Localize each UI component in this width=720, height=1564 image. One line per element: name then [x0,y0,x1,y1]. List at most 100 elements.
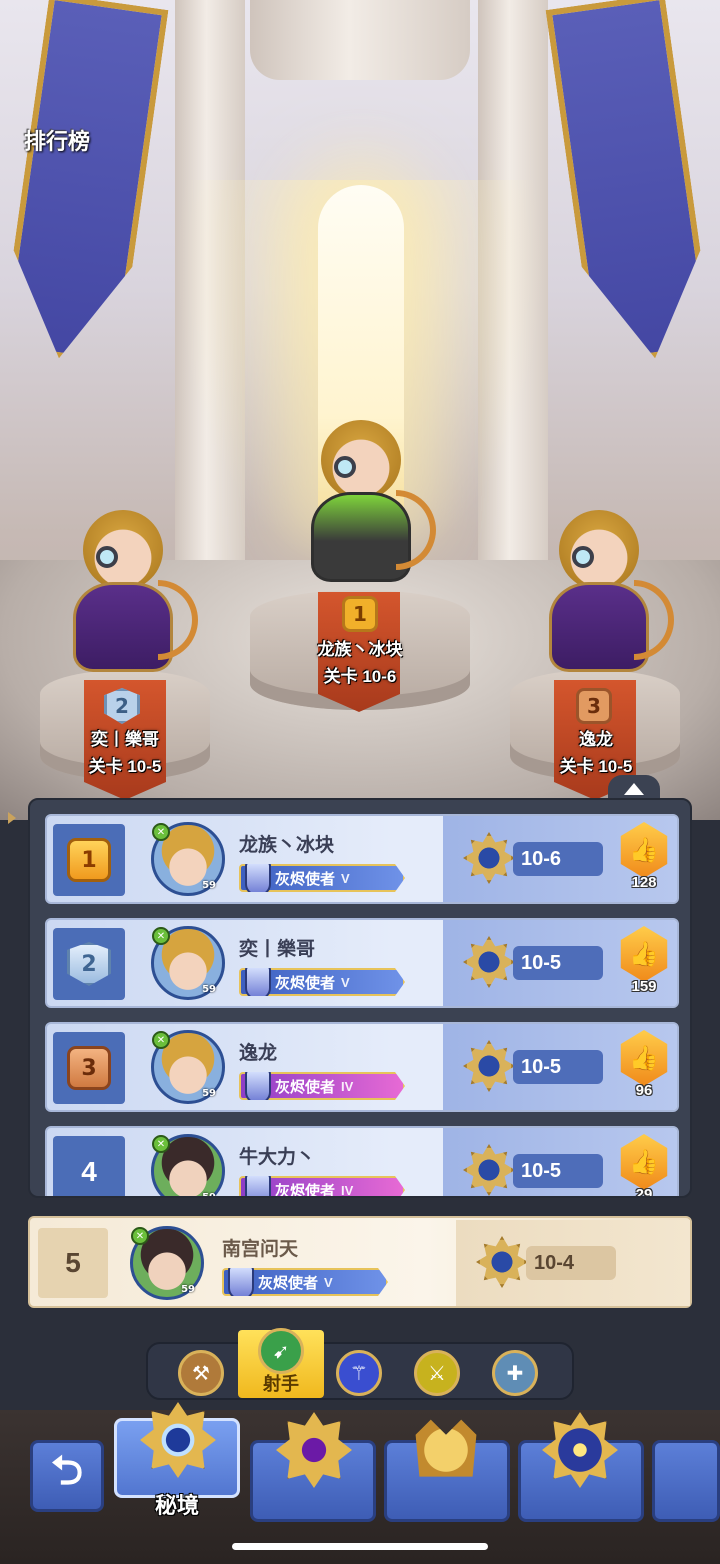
avatar[interactable]: ✕ 59 [151,926,225,1000]
podium-label-3: 逸龙 关卡 10-5 [516,726,676,780]
score-area: 10-5 👍 29 [443,1128,677,1198]
podium-label-1: 龙族丶冰块 关卡 10-6 [280,636,440,690]
avatar[interactable]: ✕ 59 [130,1226,204,1300]
healer-cross-icon[interactable]: ✚ [492,1350,538,1396]
class-x-icon: ✕ [152,927,170,945]
podium-label-2: 奕丨樂哥 关卡 10-5 [45,726,205,780]
hero-rank-1[interactable] [286,420,436,590]
thumbs-up-icon[interactable]: 👍 [620,926,668,982]
side-expand-icon[interactable] [8,812,16,824]
gold-rank-badge: 1 [67,838,111,882]
player-title: 灰烬使者 [275,1078,336,1096]
bow-icon [634,580,674,660]
nav-active-label: 秘境 [154,1493,199,1518]
player-level: 59 [202,984,216,995]
player-level: 59 [202,1088,216,1099]
class-selected-label: 射手 [263,1374,299,1394]
avatar[interactable]: ✕ 59 [151,1030,225,1104]
stage-value: 10-5 [513,946,603,980]
arch-top [250,0,470,80]
rank-number: 4 [81,1156,97,1187]
thumbs-up-icon[interactable]: 👍 [620,1030,668,1086]
like-count: 29 [635,1186,653,1198]
hero-rank-2[interactable] [48,510,198,680]
score-area: 10-4 [456,1220,690,1306]
goggle-icon [334,456,356,478]
like-count: 159 [631,978,657,995]
back-arrow-icon: ⮌ [50,1448,84,1494]
bronze-rank-badge: 3 [67,1046,111,1090]
avatar[interactable]: ✕ 59 [151,1134,225,1198]
thumbs-up-icon[interactable]: 👍 [620,1134,668,1190]
silver-rank-badge: 2 [67,942,111,986]
archer-bow-icon[interactable]: ➹ [258,1328,304,1374]
goggle-icon [572,546,594,568]
podium-rank-badge-1: 1 [342,596,378,632]
rank-cell: 3 [53,1032,125,1104]
player-title: 灰烬使者 [275,974,336,992]
leaderboard-row[interactable]: 4 ✕ 59 牛大力丶 灰烬使者 IV 10-5 👍 29 [45,1126,679,1198]
leaderboard-row[interactable]: 1 ✕ 59 龙族丶冰块 灰烬使者 V 10-6 👍 128 [45,814,679,904]
leaderboard-panel: 1 ✕ 59 龙族丶冰块 灰烬使者 V 10-6 👍 128 2 ✕ 59 奕丨… [28,798,692,1198]
player-title: 灰烬使者 [258,1274,319,1292]
back-button[interactable]: ⮌ [30,1440,104,1512]
avatar[interactable]: ✕ 59 [151,822,225,896]
stage-emblem-icon [463,936,515,988]
class-x-icon: ✕ [152,1031,170,1049]
title-emblem-icon [245,968,271,996]
like-count: 128 [631,874,657,891]
player-title: 灰烬使者 [275,1182,336,1198]
title-plate: 灰烬使者 V [239,968,405,996]
score-area: 10-5 👍 96 [443,1024,677,1110]
home-indicator [232,1543,488,1550]
podium-name: 龙族丶冰块 [317,640,403,659]
title-plate: 灰烬使者 IV [239,1072,405,1100]
title-tier: V [341,870,350,886]
warrior-axe-icon[interactable]: ⚒ [178,1350,224,1396]
stage-value: 10-4 [526,1246,616,1280]
title-plate: 灰烬使者 V [239,864,405,892]
leaderboard-row[interactable]: 3 ✕ 59 逸龙 灰烬使者 IV 10-5 👍 96 [45,1022,679,1112]
rank-cell: 1 [53,824,125,896]
hero-head [559,510,639,590]
score-area: 10-5 👍 159 [443,920,677,1006]
player-name: 逸龙 [239,1043,278,1064]
title-emblem-icon [245,1072,271,1100]
bow-icon [158,580,198,660]
podium-name: 逸龙 [579,730,613,749]
title-tier: V [341,974,350,990]
player-level: 59 [181,1284,195,1295]
rank-cell: 4 [53,1136,125,1196]
nav-tile-more[interactable] [652,1440,720,1522]
title-emblem-icon [228,1268,254,1296]
leaderboard-row[interactable]: 2 ✕ 59 奕丨樂哥 灰烬使者 V 10-5 👍 159 [45,918,679,1008]
class-x-icon: ✕ [131,1227,149,1245]
page-title: 排行榜 [24,129,91,154]
assassin-blade-icon[interactable]: ⚔ [414,1350,460,1396]
player-name: 牛大力丶 [239,1147,316,1168]
player-name: 奕丨樂哥 [239,939,316,960]
player-title: 灰烬使者 [275,870,336,888]
title-tier: V [324,1274,333,1290]
banner-left [0,0,168,367]
title-emblem-icon [245,1176,271,1196]
stage-emblem-icon [463,1144,515,1196]
hero-rank-3[interactable] [524,510,674,680]
bow-icon [396,490,436,570]
title-plate: 灰烬使者 V [222,1268,388,1296]
player-name: 南宫问天 [222,1239,299,1260]
stage-value: 10-5 [513,1154,603,1188]
class-x-icon: ✕ [152,1135,170,1153]
thumbs-up-icon[interactable]: 👍 [620,822,668,878]
podium-stage: 关卡 10-6 [323,667,397,686]
my-rank-row[interactable]: 5 ✕ 59 南宫问天 灰烬使者 V 10-4 [28,1216,692,1308]
player-level: 59 [202,1192,216,1198]
title-tier: IV [341,1182,354,1198]
stage-value: 10-6 [513,842,603,876]
rank-number: 5 [65,1247,81,1278]
mage-staff-icon[interactable]: ⚚ [336,1350,382,1396]
title-emblem-icon [245,864,271,892]
class-x-icon: ✕ [152,823,170,841]
goggle-icon [96,546,118,568]
stage-emblem-icon [463,1040,515,1092]
